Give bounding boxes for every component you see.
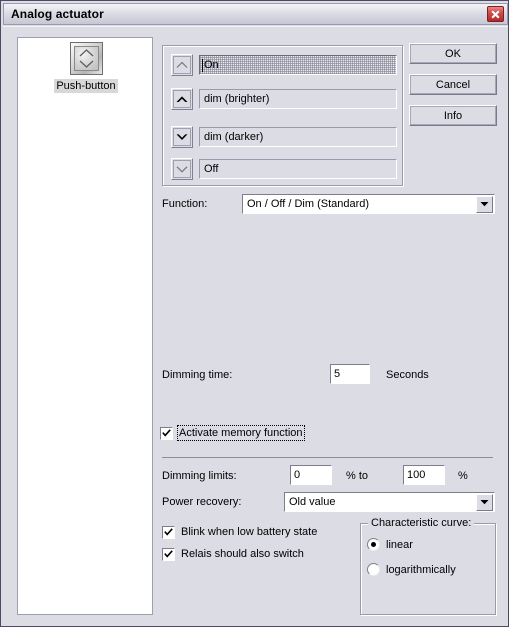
relais-switch-label: Relais should also switch [181, 548, 304, 560]
curve-option-linear[interactable]: linear [367, 538, 413, 551]
device-label: Push-button [54, 79, 118, 93]
curve-option-linear-label: linear [386, 538, 413, 551]
power-recovery-label: Power recovery: [162, 496, 242, 508]
action-field-on-text: On [204, 59, 219, 71]
section-separator [162, 457, 493, 458]
function-label: Function: [162, 198, 208, 210]
blink-low-battery-label: Blink when low battery state [181, 526, 318, 538]
relais-switch-checkbox[interactable]: Relais should also switch [162, 547, 304, 561]
dimming-time-unit: Seconds [386, 369, 429, 381]
push-button-rocker-icon [69, 42, 103, 75]
checkbox-box [162, 525, 175, 539]
dimming-limits-unit: % [458, 470, 468, 482]
chevron-up-bold-icon[interactable] [171, 88, 193, 110]
function-select-value: On / Off / Dim (Standard) [247, 198, 370, 210]
curve-option-logarithmically[interactable]: logarithmically [367, 563, 456, 576]
cancel-button[interactable]: Cancel [409, 74, 497, 95]
dimming-time-label: Dimming time: [162, 369, 233, 381]
activate-memory-function-label: Activate memory function [177, 425, 305, 441]
chevron-down-icon[interactable] [476, 493, 493, 511]
ok-button[interactable]: OK [409, 43, 497, 64]
action-field-off[interactable]: Off [199, 159, 397, 179]
analog-actuator-dialog: Analog actuator Push-button On dim (brig… [0, 0, 509, 627]
radio-button-icon [367, 563, 380, 576]
action-field-dim-darker-text: dim (darker) [204, 131, 264, 143]
action-field-dim-brighter-text: dim (brighter) [204, 93, 270, 105]
title-bar[interactable]: Analog actuator [3, 3, 508, 25]
dimming-limit-min-input[interactable] [290, 465, 332, 485]
curve-option-logarithmically-label: logarithmically [386, 563, 456, 576]
radio-dot [371, 542, 376, 547]
dimming-limits-label: Dimming limits: [162, 470, 237, 482]
actions-group-box: On dim (brighter) dim (darker) Off [162, 45, 403, 186]
action-field-off-text: Off [204, 163, 219, 175]
action-row: dim (darker) [171, 126, 397, 148]
info-button[interactable]: Info [409, 105, 497, 126]
activate-memory-function-checkbox[interactable]: Activate memory function [160, 425, 305, 441]
power-recovery-select-value: Old value [289, 496, 336, 508]
power-recovery-select[interactable]: Old value [284, 492, 495, 512]
dialog-client-area: Push-button On dim (brighter) dim (darke… [3, 26, 508, 626]
characteristic-curve-legend: Characteristic curve: [368, 517, 475, 529]
dimming-time-input[interactable] [330, 364, 370, 384]
window-title: Analog actuator [11, 7, 104, 21]
action-row: Off [171, 158, 397, 180]
device-item-push-button[interactable]: Push-button [18, 42, 154, 93]
device-preview-pane[interactable]: Push-button [17, 37, 153, 615]
push-button-rocker-icon-inner [73, 46, 99, 71]
chevron-down-icon[interactable] [476, 195, 493, 213]
chevron-down-thin-icon[interactable] [171, 158, 193, 180]
action-row: dim (brighter) [171, 88, 397, 110]
chevron-up-thin-icon[interactable] [171, 54, 193, 76]
radio-button-selected-icon [367, 538, 380, 551]
action-field-on[interactable]: On [199, 55, 397, 75]
checkbox-box [160, 426, 173, 440]
function-select[interactable]: On / Off / Dim (Standard) [242, 194, 495, 214]
action-field-dim-darker[interactable]: dim (darker) [199, 127, 397, 147]
close-icon[interactable] [487, 6, 504, 22]
dimming-limit-max-input[interactable] [403, 465, 445, 485]
dimming-limits-between-label: % to [346, 470, 369, 482]
action-row: On [171, 54, 397, 76]
chevron-down-bold-icon[interactable] [171, 126, 193, 148]
checkbox-box [162, 547, 175, 561]
action-field-dim-brighter[interactable]: dim (brighter) [199, 89, 397, 109]
blink-low-battery-checkbox[interactable]: Blink when low battery state [162, 525, 317, 539]
